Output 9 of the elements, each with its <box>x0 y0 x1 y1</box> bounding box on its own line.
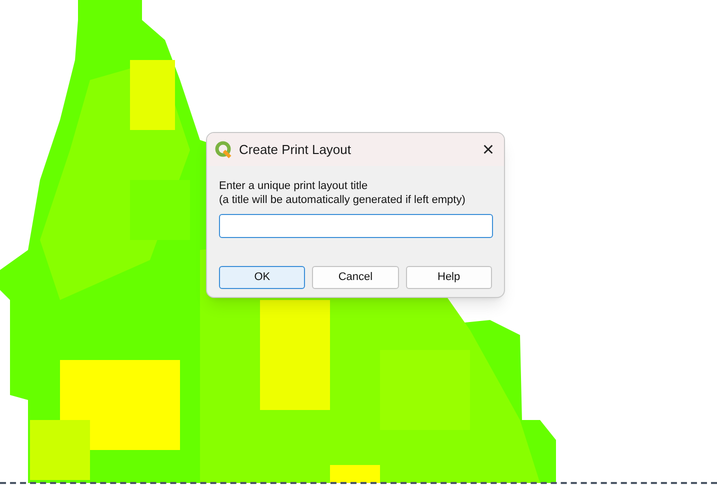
app-logo-icon <box>215 140 233 158</box>
dialog-button[interactable]: Help <box>406 266 492 289</box>
dialog-button[interactable]: OK <box>219 266 306 289</box>
dialog-title: Create Print Layout <box>239 140 352 159</box>
dialog-button[interactable]: Cancel <box>312 266 399 289</box>
prompt-text: (a title will be automatically generated if left empty) <box>219 193 466 207</box>
title-input-field[interactable] <box>219 214 493 238</box>
prompt-text: Enter a unique print layout title <box>219 179 369 193</box>
close-button[interactable]: × <box>482 140 494 160</box>
